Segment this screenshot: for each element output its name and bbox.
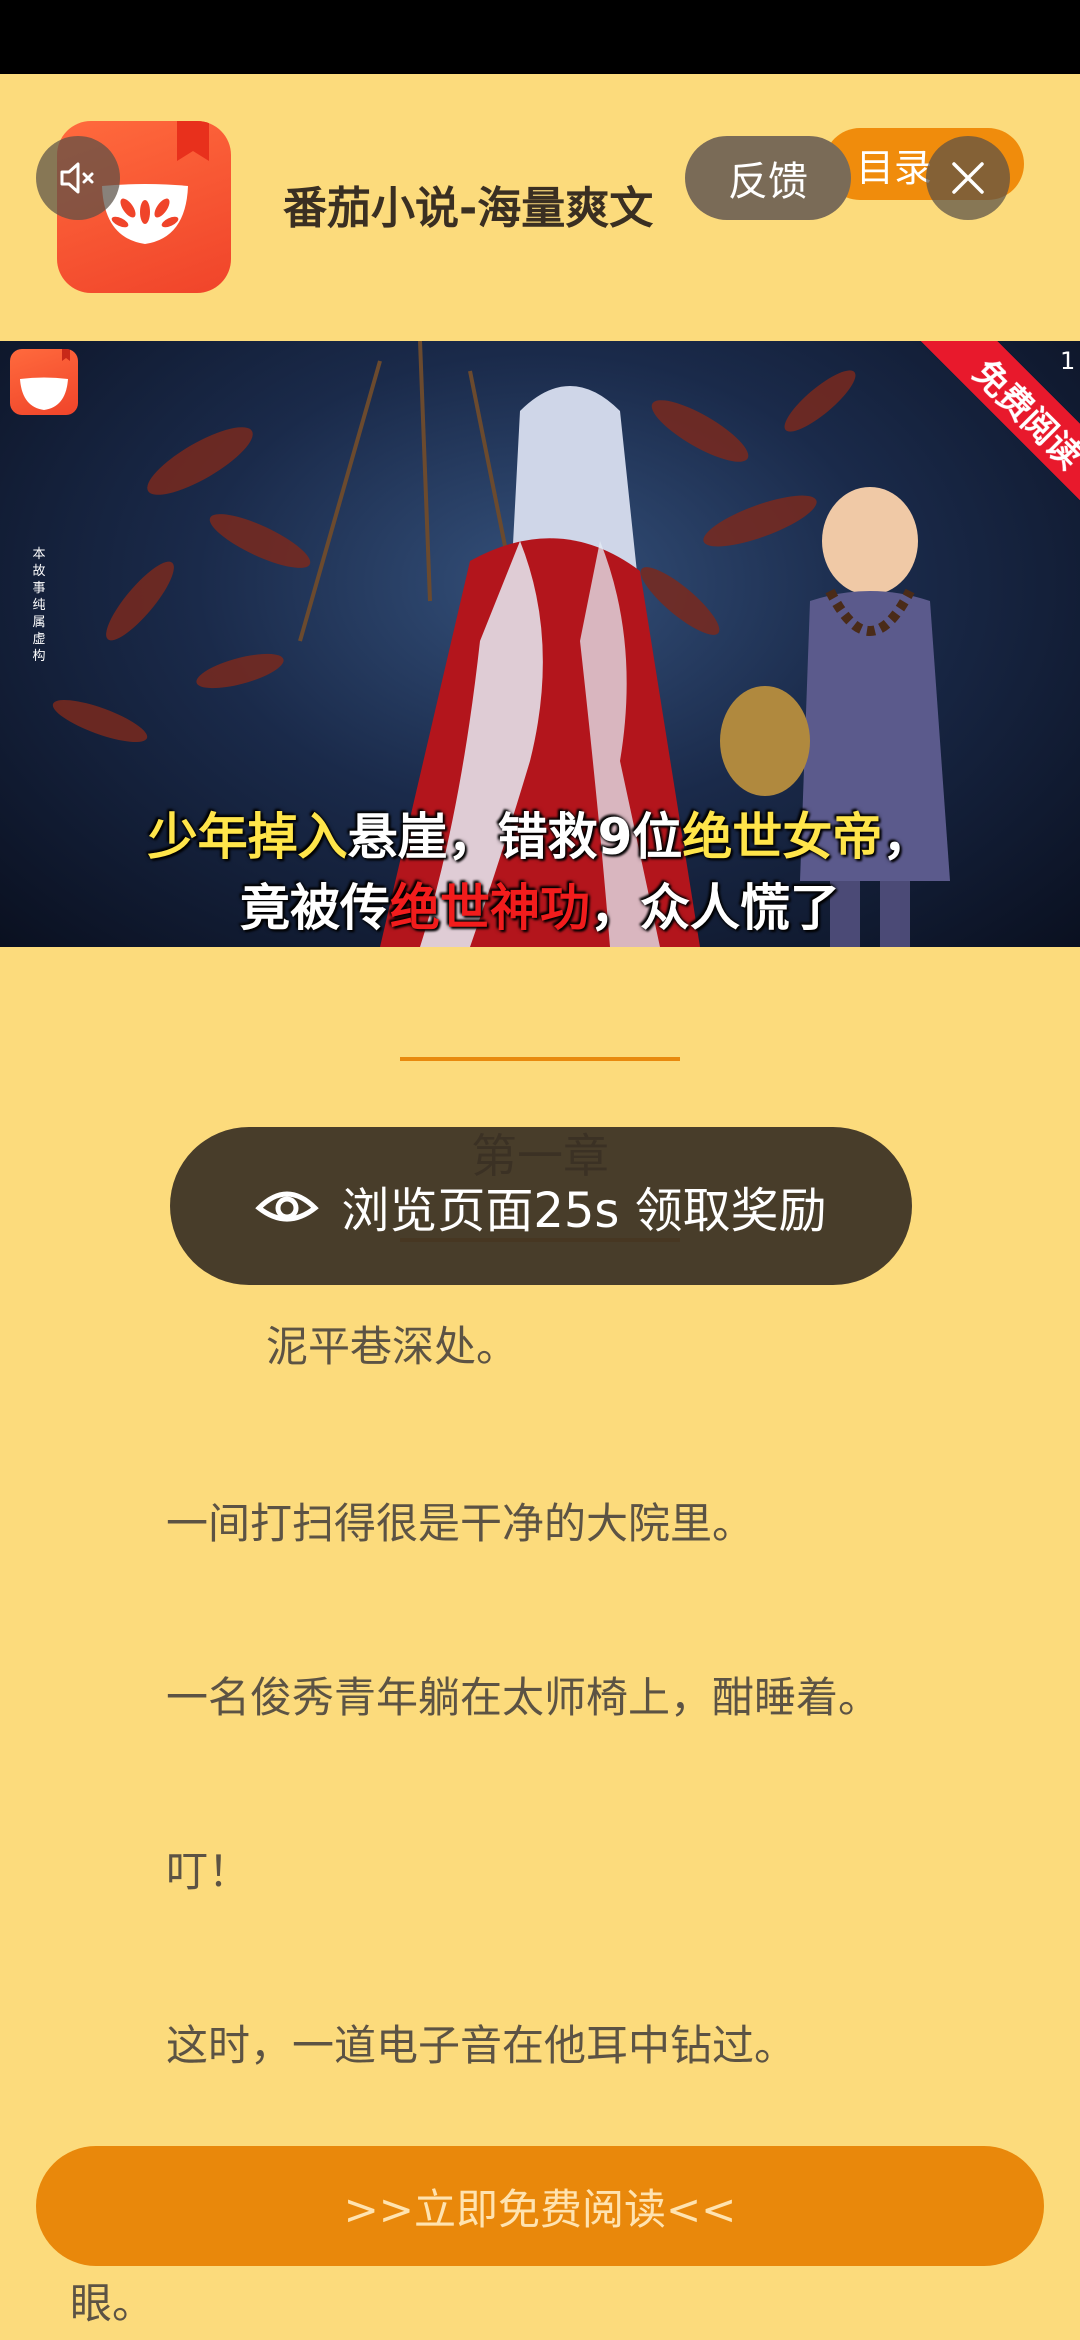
paragraph: 一间打扫得很是干净的大院里。 <box>166 1499 755 1548</box>
app-title: 番茄小说-海量爽文 <box>283 183 654 234</box>
bookmark-icon <box>177 121 209 161</box>
eye-icon <box>255 1191 320 1222</box>
fiction-disclaimer: 本故事纯属虚构 <box>32 547 46 664</box>
status-bar <box>0 0 1080 74</box>
paragraph: 眼。 <box>70 2279 155 2328</box>
tomato-logo-icon <box>20 349 70 410</box>
paragraph: 这时，一道电子音在他耳中钻过。 <box>166 2021 797 2070</box>
free-read-button[interactable]: >>立即免费阅读<< <box>36 2146 1044 2266</box>
paragraph: 叮！ <box>166 1847 251 1896</box>
paragraph: 一名俊秀青年躺在太师椅上，酣睡着。 <box>166 1673 881 1722</box>
reward-toast: 浏览页面25s 领取奖励 <box>170 1127 912 1285</box>
reward-toast-text: 浏览页面25s 领取奖励 <box>341 1183 827 1239</box>
close-icon <box>952 162 984 194</box>
catalog-label: 目录 <box>855 145 932 190</box>
close-button[interactable] <box>926 136 1010 220</box>
feedback-button[interactable]: 反馈 <box>685 136 851 220</box>
chapter-rule-top <box>400 1057 680 1061</box>
story-banner[interactable]: 1 免费阅读 本故事纯属虚构 少年掉入悬崖，错救9位绝世女帝， 竟被传绝世神功，… <box>0 341 1080 947</box>
banner-caption-line2: 竟被传绝世神功，众人慌了 <box>240 879 840 937</box>
mute-button[interactable] <box>36 136 120 220</box>
speaker-muted-icon <box>60 162 94 194</box>
banner-caption-line1: 少年掉入悬崖，错救9位绝世女帝， <box>147 808 933 866</box>
banner-logo <box>10 349 78 415</box>
banner-page-indicator: 1 <box>1060 347 1076 375</box>
paragraph: 泥平巷深处。 <box>266 1322 519 1371</box>
